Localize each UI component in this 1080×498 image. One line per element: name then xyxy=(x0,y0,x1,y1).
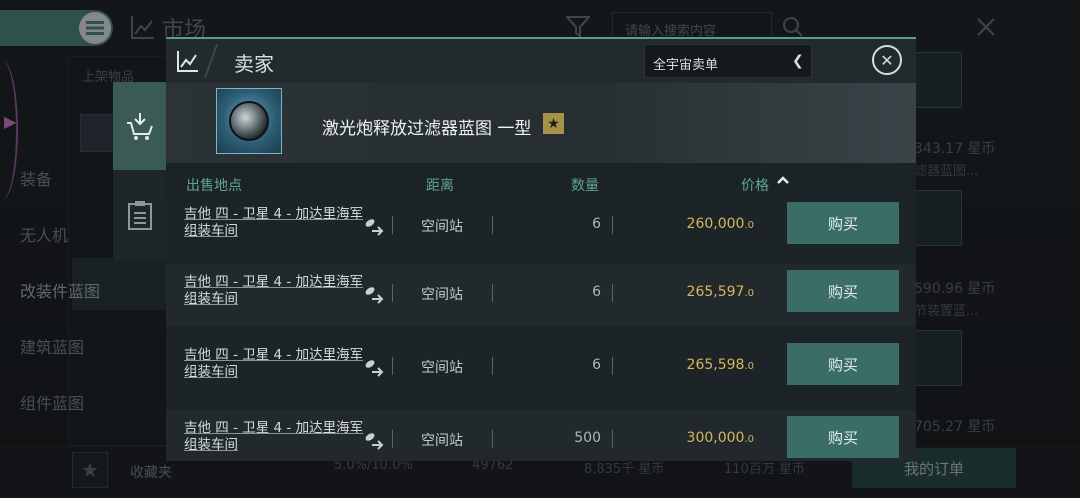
close-icon[interactable]: ✕ xyxy=(872,45,902,75)
clipboard-icon xyxy=(127,201,152,230)
price-integer: 265,598 xyxy=(686,357,745,373)
price-integer: 260,000 xyxy=(686,216,745,232)
price-value: 300,000.0 xyxy=(646,430,754,446)
divider xyxy=(612,357,613,375)
price-value: 260,000.0 xyxy=(646,216,754,232)
buy-button[interactable]: 购买 xyxy=(787,202,899,244)
blueprint-icon xyxy=(229,101,269,141)
price-decimal: .0 xyxy=(744,361,754,372)
star-icon: ★ xyxy=(543,113,564,134)
tab-buy-orders[interactable] xyxy=(113,170,166,260)
location-link[interactable]: 吉他 四 - 卫星 4 - 加达里海军 组装车间 xyxy=(184,420,364,454)
divider xyxy=(612,430,613,448)
divider xyxy=(392,430,393,448)
price-value: 265,597.0 xyxy=(646,284,754,300)
divider xyxy=(492,284,493,302)
column-header-location[interactable]: 出售地点 xyxy=(186,175,242,195)
price-decimal: .0 xyxy=(744,434,754,445)
table-row: 吉他 四 - 卫星 4 - 加达里海军 组装车间 空间站 500 300,000… xyxy=(166,410,916,461)
region-dropdown[interactable]: 全宇宙卖单 xyxy=(644,44,812,78)
divider xyxy=(392,357,393,375)
autopilot-icon[interactable] xyxy=(362,428,384,450)
autopilot-icon[interactable] xyxy=(362,214,384,236)
divider xyxy=(492,216,493,234)
modal-title: 卖家 xyxy=(234,52,274,76)
distance-value: 空间站 xyxy=(421,360,463,376)
divider xyxy=(612,284,613,302)
table-row: 吉他 四 - 卫星 4 - 加达里海军 组装车间 空间站 6 265,597.0… xyxy=(166,264,916,326)
sort-ascending-icon[interactable] xyxy=(776,174,790,188)
distance-value: 空间站 xyxy=(421,219,463,235)
quantity-value: 6 xyxy=(592,284,601,300)
column-header-price[interactable]: 价格 xyxy=(741,175,769,195)
divider xyxy=(492,430,493,448)
item-name: 激光炮释放过滤器蓝图 一型 xyxy=(322,119,532,139)
divider xyxy=(492,357,493,375)
autopilot-icon[interactable] xyxy=(362,282,384,304)
table-row: 吉他 四 - 卫星 4 - 加达里海军 组装车间 空间站 6 260,000.0… xyxy=(166,196,916,258)
price-decimal: .0 xyxy=(744,220,754,231)
table-row: 吉他 四 - 卫星 4 - 加达里海军 组装车间 空间站 6 265,598.0… xyxy=(166,337,916,399)
basket-download-icon xyxy=(126,113,153,140)
location-link[interactable]: 吉他 四 - 卫星 4 - 加达里海军 组装车间 xyxy=(184,274,364,308)
tab-sell-orders[interactable] xyxy=(113,82,166,170)
quantity-value: 500 xyxy=(574,430,601,446)
chevron-left-icon[interactable]: ❮ xyxy=(792,53,804,69)
autopilot-icon[interactable] xyxy=(362,355,384,377)
location-link[interactable]: 吉他 四 - 卫星 4 - 加达里海军 组装车间 xyxy=(184,206,364,240)
price-decimal: .0 xyxy=(744,288,754,299)
item-thumbnail[interactable] xyxy=(216,88,282,154)
column-header-distance[interactable]: 距离 xyxy=(426,175,454,195)
price-integer: 265,597 xyxy=(686,284,745,300)
buy-button[interactable]: 购买 xyxy=(787,416,899,458)
quantity-value: 6 xyxy=(592,357,601,373)
divider xyxy=(392,284,393,302)
quantity-value: 6 xyxy=(592,216,601,232)
divider xyxy=(612,216,613,234)
distance-value: 空间站 xyxy=(421,287,463,303)
buy-button[interactable]: 购买 xyxy=(787,270,899,312)
divider xyxy=(392,216,393,234)
distance-value: 空间站 xyxy=(421,433,463,449)
price-integer: 300,000 xyxy=(686,430,745,446)
price-value: 265,598.0 xyxy=(646,357,754,373)
buy-button[interactable]: 购买 xyxy=(787,343,899,385)
column-header-quantity[interactable]: 数量 xyxy=(571,175,599,195)
location-link[interactable]: 吉他 四 - 卫星 4 - 加达里海军 组装车间 xyxy=(184,347,364,381)
